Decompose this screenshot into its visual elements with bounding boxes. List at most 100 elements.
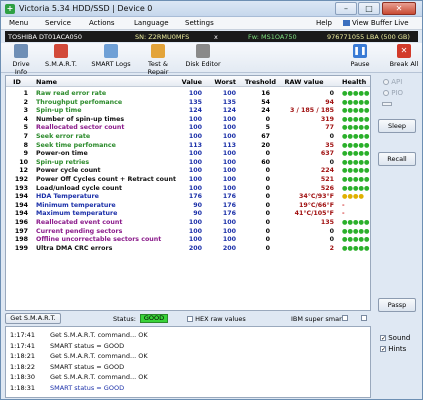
cell-name: Ultra DMA CRC errors <box>36 244 113 252</box>
log-time: 1:18:30 <box>10 373 36 381</box>
main-window: + Victoria 5.34 HDD/SSD | Device 0 – □ ✕… <box>0 0 423 400</box>
table-row[interactable]: 193 Load/unload cycle count 100 100 0 526 ●●●●… <box>6 185 370 194</box>
cell-health: - <box>342 210 345 218</box>
cell-health: ●●●● <box>342 193 364 201</box>
api-option[interactable]: API <box>383 78 402 86</box>
cell-threshold: 0 <box>265 244 270 252</box>
hex-checkbox[interactable] <box>187 316 193 322</box>
cell-worst: 124 <box>222 107 236 115</box>
col-id[interactable]: ID <box>6 78 28 86</box>
menu-help[interactable]: Help <box>316 19 332 27</box>
cell-name: Minimum temperature <box>36 201 116 209</box>
cell-name: Offline uncorrectable sectors count <box>36 236 162 244</box>
device-bar[interactable]: TOSHIBA DT01ACA050 SN: Z2RMU0MFS x Fw: M… <box>5 31 418 42</box>
menu-settings[interactable]: Settings <box>185 19 214 27</box>
drive-info-button[interactable]: Drive Info <box>6 44 36 76</box>
cell-worst: 100 <box>222 115 236 123</box>
cell-id: 194 <box>14 201 28 209</box>
hints-toggle[interactable]: ✓ Hints <box>380 345 406 353</box>
cell-name: Raw read error rate <box>36 90 107 97</box>
smart-table[interactable]: ID Name Value Worst Treshold RAW value H… <box>5 75 371 311</box>
menu-service[interactable]: Service <box>45 19 71 27</box>
sleep-button[interactable]: Sleep <box>378 119 416 133</box>
col-threshold[interactable]: Treshold <box>244 78 276 86</box>
table-row[interactable]: 8 Seek time perfomance 113 113 20 35 ●●●●● <box>6 142 370 151</box>
disk-editor-button[interactable]: Disk Editor <box>185 44 221 72</box>
cell-worst: 100 <box>222 150 236 158</box>
table-row[interactable]: 3 Spin-up time 124 124 24 3 / 185 / 185 ●●●●● <box>6 107 370 116</box>
cell-threshold: 0 <box>265 201 270 209</box>
recall-button[interactable]: Recall <box>378 152 416 166</box>
table-row[interactable]: 4 Number of spin-up times 100 100 0 319 ●●●●● <box>6 116 370 125</box>
cell-name: Spin-up retries <box>36 158 90 166</box>
ibm-smart-checkbox[interactable] <box>342 315 348 321</box>
app-icon: + <box>5 4 15 14</box>
col-worst[interactable]: Worst <box>210 78 236 86</box>
cell-worst: 100 <box>222 90 236 97</box>
cell-worst: 100 <box>222 236 236 244</box>
log-message: SMART status = GOOD <box>50 383 125 392</box>
toolbar: Drive Info S.M.A.R.T. SMART Logs Test & … <box>1 43 422 76</box>
close-button[interactable]: ✕ <box>382 2 416 15</box>
view-buffer-live[interactable]: View Buffer Live <box>343 19 409 27</box>
menu-actions[interactable]: Actions <box>89 19 115 27</box>
cell-raw: 0 <box>329 133 334 140</box>
table-row[interactable]: 194 HDA Temperature 176 176 0 34°C/93°F ●●●● <box>6 193 370 202</box>
hex-raw-toggle[interactable]: HEX raw values <box>187 315 246 323</box>
table-row[interactable]: 198 Offline uncorrectable sectors count 10… <box>6 236 370 245</box>
table-row[interactable]: 197 Current pending sectors 100 100 0 0 ●●●●● <box>6 228 370 237</box>
table-row[interactable]: 199 Ultra DMA CRC errors 200 200 0 2 ●●●●● <box>6 245 370 254</box>
test-repair-button[interactable]: Test & Repair <box>137 44 179 76</box>
pio-option[interactable]: PIO <box>383 89 403 97</box>
col-health[interactable]: Health <box>342 78 366 86</box>
pause-button[interactable]: ❚❚ Pause <box>347 44 373 72</box>
table-row[interactable]: 10 Spin-up retries 100 100 60 0 ●●●●● <box>6 159 370 168</box>
cell-value: 100 <box>188 158 202 166</box>
minimize-button[interactable]: – <box>335 2 357 15</box>
break-all-button[interactable]: ✕ Break All <box>389 44 419 72</box>
table-row[interactable]: 2 Throughput perfomance 135 135 54 94 ●●●●● <box>6 99 370 108</box>
cell-worst: 176 <box>222 210 236 218</box>
cell-threshold: 67 <box>261 133 270 140</box>
col-name[interactable]: Name <box>36 78 57 86</box>
title-bar[interactable]: + Victoria 5.34 HDD/SSD | Device 0 – □ ✕ <box>1 1 422 17</box>
get-smart-button[interactable]: Get S.M.A.R.T. <box>5 313 61 324</box>
device-close[interactable]: x <box>214 33 218 41</box>
cell-id: 198 <box>14 236 28 244</box>
pio-radio[interactable] <box>383 90 389 96</box>
smart-logs-button[interactable]: SMART Logs <box>91 44 131 72</box>
maximize-button[interactable]: □ <box>358 2 380 15</box>
smart-button[interactable]: S.M.A.R.T. <box>45 44 77 72</box>
table-row[interactable]: 12 Power cycle count 100 100 0 224 ●●●●● <box>6 167 370 176</box>
status-label: Status: <box>113 315 136 323</box>
col-raw[interactable]: RAW value <box>274 78 334 86</box>
table-row[interactable]: 5 Reallocated sector count 100 100 5 77 ●●●●● <box>6 124 370 133</box>
sound-toggle[interactable]: ✓ Sound <box>380 334 410 342</box>
cell-id: 194 <box>14 210 28 218</box>
menu-menu[interactable]: Menu <box>9 19 28 27</box>
cell-value: 100 <box>188 236 202 244</box>
cell-id: 10 <box>19 158 28 166</box>
table-row[interactable]: 196 Reallocated event count 100 100 0 135 ●●●●… <box>6 219 370 228</box>
passp-button[interactable]: Passp <box>378 298 416 312</box>
hints-checkbox[interactable]: ✓ <box>380 346 386 353</box>
cell-raw: 77 <box>325 124 334 132</box>
col-value[interactable]: Value <box>176 78 202 86</box>
table-row[interactable]: 194 Maximum temperature 90 176 0 41°C/105°F - <box>6 210 370 219</box>
table-row[interactable]: 9 Power-on time 100 100 0 637 ●●●●● <box>6 150 370 159</box>
cell-value: 135 <box>188 98 202 106</box>
sound-checkbox[interactable]: ✓ <box>380 335 386 342</box>
table-row[interactable]: 1 Raw read error rate 100 100 16 0 ●●●●● <box>6 90 370 99</box>
cell-threshold: 0 <box>265 167 270 175</box>
cell-health: - <box>342 201 345 209</box>
cell-value: 100 <box>188 133 202 140</box>
table-row[interactable]: 7 Seek error rate 100 100 67 0 ●●●●● <box>6 133 370 142</box>
table-row[interactable]: 192 Power Off Cycles count + Retract coun… <box>6 176 370 185</box>
menu-language[interactable]: Language <box>134 19 169 27</box>
cell-worst: 200 <box>222 244 236 252</box>
cell-value: 100 <box>188 227 202 235</box>
api-radio[interactable] <box>383 79 389 85</box>
cell-raw: 2 <box>329 244 334 252</box>
ibm-smart-checkbox-2[interactable] <box>361 315 367 321</box>
log-panel[interactable]: 1:17:41 Get S.M.A.R.T. command... OK 1:17:… <box>5 326 371 398</box>
